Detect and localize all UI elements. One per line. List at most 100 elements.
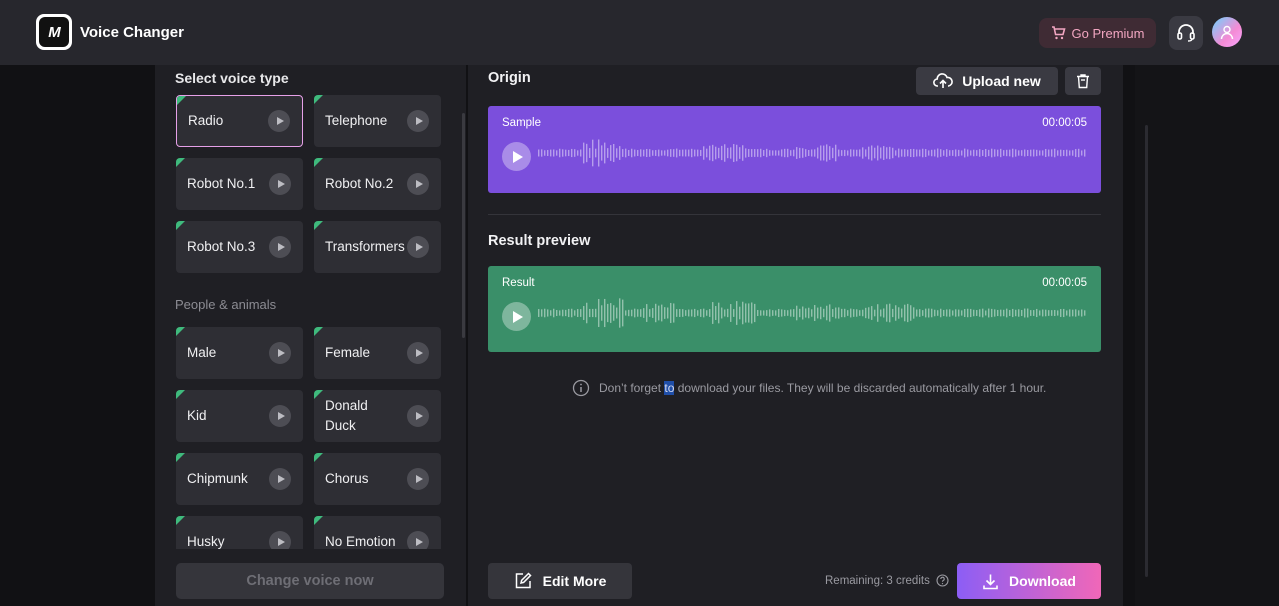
voice-card-radio[interactable]: Radio: [176, 95, 303, 147]
app-logo[interactable]: M: [36, 14, 72, 50]
waveform-bar: [859, 149, 861, 157]
waveform-bar: [658, 305, 660, 321]
voice-card-robot-1[interactable]: Robot No.1: [176, 158, 303, 210]
waveform-bar: [709, 145, 711, 161]
notice-text-after: download your files. They will be discar…: [674, 381, 1047, 395]
play-icon[interactable]: [269, 173, 291, 195]
waveform-bar: [844, 149, 846, 157]
play-icon[interactable]: [268, 110, 290, 132]
play-icon[interactable]: [269, 236, 291, 258]
waveform-bar: [649, 309, 651, 317]
waveform-bar: [823, 308, 825, 318]
waveform-bar: [547, 309, 549, 317]
voice-list-scrollbar[interactable]: [462, 113, 465, 338]
waveform-bar: [799, 147, 801, 159]
waveform-bar: [979, 309, 981, 317]
waveform-bar: [814, 149, 816, 157]
waveform-bar: [610, 145, 612, 161]
waveform-bar: [1069, 150, 1071, 156]
waveform-bar: [733, 309, 735, 317]
voice-card-husky[interactable]: Husky: [176, 516, 303, 549]
waveform-bar: [682, 309, 684, 317]
play-icon[interactable]: [269, 405, 291, 427]
user-avatar[interactable]: [1212, 17, 1242, 47]
waveform-bar: [871, 145, 873, 161]
waveform-bar: [943, 150, 945, 156]
waveform-bar: [1084, 310, 1086, 316]
play-icon[interactable]: [407, 236, 429, 258]
waveform-bar: [595, 148, 597, 158]
waveform-bar: [544, 308, 546, 318]
waveform-bar: [556, 309, 558, 317]
support-button[interactable]: [1169, 16, 1203, 50]
notice-text: Don’t forget to download your files. The…: [599, 381, 1046, 395]
waveform-bar: [946, 309, 948, 317]
result-waveform[interactable]: [538, 298, 1088, 328]
discard-notice: Don’t forget to download your files. The…: [572, 379, 1046, 397]
voice-card-kid[interactable]: Kid: [176, 390, 303, 442]
waveform-bar: [967, 149, 969, 157]
play-icon[interactable]: [407, 110, 429, 132]
waveform-bar: [784, 309, 786, 317]
play-icon[interactable]: [407, 468, 429, 490]
voice-card-female[interactable]: Female: [314, 327, 441, 379]
voice-card-robot-3[interactable]: Robot No.3: [176, 221, 303, 273]
play-icon[interactable]: [269, 342, 291, 364]
play-icon[interactable]: [407, 342, 429, 364]
play-icon[interactable]: [407, 173, 429, 195]
waveform-bar: [790, 150, 792, 156]
sample-label: Sample: [502, 117, 541, 129]
edit-more-button[interactable]: Edit More: [488, 563, 632, 599]
change-voice-button[interactable]: Change voice now: [176, 563, 444, 599]
voice-card-donald-duck[interactable]: Donald Duck: [314, 390, 441, 442]
voice-card-chorus[interactable]: Chorus: [314, 453, 441, 505]
waveform-bar: [889, 303, 891, 323]
waveform-bar: [685, 310, 687, 316]
voice-card-chipmunk[interactable]: Chipmunk: [176, 453, 303, 505]
upload-new-button[interactable]: Upload new: [916, 67, 1058, 95]
play-icon[interactable]: [407, 531, 429, 549]
waveform-bar: [652, 150, 654, 156]
result-audio-player: Result 00:00:05: [488, 266, 1101, 352]
sample-play-button[interactable]: [502, 142, 531, 171]
download-button[interactable]: Download: [957, 563, 1101, 599]
voice-card-male[interactable]: Male: [176, 327, 303, 379]
play-icon[interactable]: [269, 531, 291, 549]
play-icon[interactable]: [269, 468, 291, 490]
waveform-bar: [898, 148, 900, 158]
waveform-bar: [1051, 149, 1053, 157]
help-icon[interactable]: [936, 574, 949, 587]
voice-label: Chorus: [325, 471, 369, 486]
waveform-bar: [904, 149, 906, 157]
result-play-button[interactable]: [502, 302, 531, 331]
delete-button[interactable]: [1065, 67, 1101, 95]
waveform-bar: [550, 310, 552, 316]
waveform-bar: [973, 309, 975, 317]
waveform-bar: [691, 148, 693, 158]
waveform-bar: [856, 309, 858, 317]
waveform-bar: [631, 148, 633, 158]
waveform-bar: [589, 148, 591, 158]
waveform-bar: [538, 149, 540, 157]
waveform-bar: [1036, 308, 1038, 318]
waveform-bar: [676, 148, 678, 158]
voice-card-no-emotion[interactable]: No Emotion: [314, 516, 441, 549]
waveform-bar: [559, 310, 561, 316]
go-premium-button[interactable]: Go Premium: [1039, 18, 1156, 48]
play-icon[interactable]: [407, 405, 429, 427]
waveform-bar: [745, 303, 747, 323]
corner-marker: [176, 390, 185, 399]
voice-card-transformers[interactable]: Transformers: [314, 221, 441, 273]
voice-card-robot-2[interactable]: Robot No.2: [314, 158, 441, 210]
sample-waveform[interactable]: [538, 138, 1088, 168]
waveform-bar: [949, 309, 951, 317]
waveform-bar: [598, 139, 600, 167]
sample-audio-player: Sample 00:00:05: [488, 106, 1101, 193]
waveform-bar: [931, 308, 933, 318]
waveform-bar: [1024, 149, 1026, 157]
voice-card-telephone[interactable]: Telephone: [314, 95, 441, 147]
waveform-bar: [619, 298, 621, 328]
waveform-bar: [922, 148, 924, 158]
page-scrollbar[interactable]: [1145, 125, 1148, 577]
waveform-bar: [583, 306, 585, 320]
